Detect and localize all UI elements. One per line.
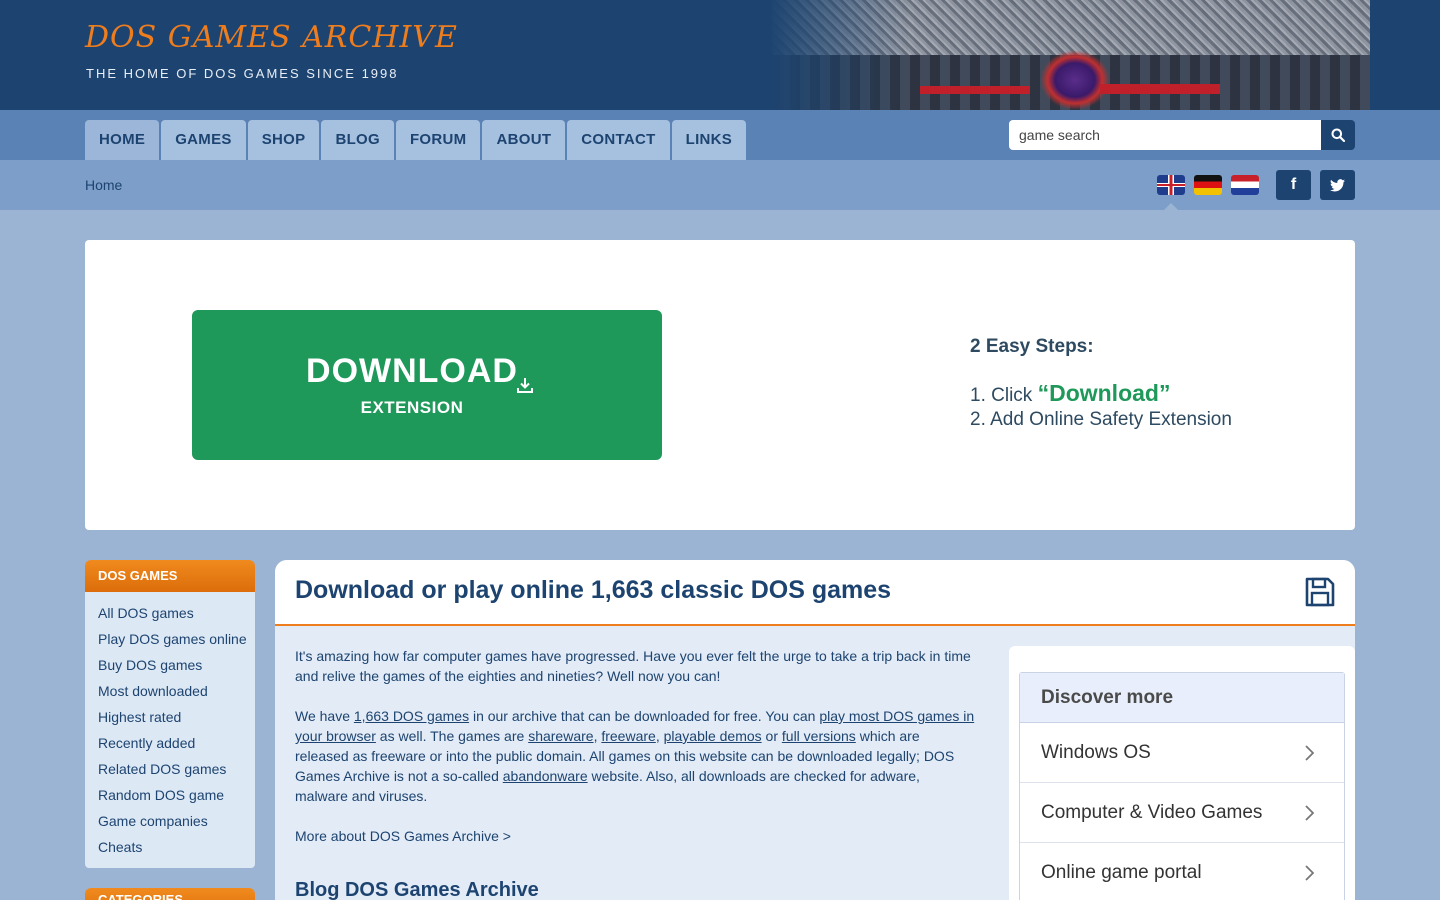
- nav-tab-shop[interactable]: SHOP: [247, 120, 320, 160]
- blog-section-title: Blog DOS Games Archive: [295, 879, 539, 900]
- main-navigation: HOME GAMES SHOP BLOG FORUM ABOUT CONTACT…: [0, 110, 1440, 160]
- floppy-disk-icon: [1305, 577, 1335, 607]
- header-banner-image: [770, 0, 1370, 110]
- install-steps: 2 Easy Steps: 1. Click “Download” 2. Add…: [970, 336, 1232, 432]
- sidebar-link-highest-rated[interactable]: Highest rated: [98, 704, 255, 730]
- twitter-icon: [1330, 178, 1345, 191]
- link-shareware[interactable]: shareware: [528, 728, 593, 744]
- sidebar-heading-dos-games: DOS GAMES: [85, 560, 255, 592]
- search-button[interactable]: [1321, 120, 1355, 150]
- nav-tab-about[interactable]: ABOUT: [482, 120, 566, 160]
- sidebar-link-cheats[interactable]: Cheats: [98, 834, 255, 860]
- sidebar-link-buy[interactable]: Buy DOS games: [98, 652, 255, 678]
- page-title: Download or play online 1,663 classic DO…: [295, 576, 892, 604]
- more-about-link[interactable]: More about DOS Games Archive >: [295, 826, 975, 846]
- game-search: [1009, 120, 1355, 150]
- site-tagline: THE HOME OF DOS GAMES SINCE 1998: [86, 66, 399, 81]
- discover-more-title: Discover more: [1020, 673, 1344, 723]
- discover-item-online-game-portal[interactable]: Online game portal: [1020, 843, 1344, 900]
- active-language-caret: [1164, 203, 1178, 210]
- nav-tab-contact[interactable]: CONTACT: [567, 120, 670, 160]
- steps-title: 2 Easy Steps:: [970, 336, 1094, 357]
- sidebar-link-related[interactable]: Related DOS games: [98, 756, 255, 782]
- discover-more-panel: Discover more Windows OS Computer & Vide…: [1009, 646, 1355, 900]
- extension-button-label: EXTENSION: [360, 398, 464, 417]
- discover-more-box: Discover more Windows OS Computer & Vide…: [1019, 672, 1345, 900]
- step-1: 1. Click “Download”: [970, 380, 1171, 406]
- step-2: 2. Add Online Safety Extension: [970, 409, 1232, 430]
- sidebar-links: All DOS games Play DOS games online Buy …: [85, 592, 255, 868]
- sidebar-link-play-online[interactable]: Play DOS games online: [98, 626, 255, 652]
- sidebar-link-companies[interactable]: Game companies: [98, 808, 255, 834]
- discover-item-computer-video-games[interactable]: Computer & Video Games: [1020, 783, 1344, 843]
- download-extension-button[interactable]: DOWNLOAD EXTENSION: [192, 310, 662, 460]
- link-abandonware[interactable]: abandonware: [503, 768, 588, 784]
- discover-item-windows-os[interactable]: Windows OS: [1020, 723, 1344, 783]
- sidebar-link-random[interactable]: Random DOS game: [98, 782, 255, 808]
- nav-tab-games[interactable]: GAMES: [161, 120, 246, 160]
- breadcrumb-bar: Home: [0, 160, 1440, 210]
- archive-paragraph: We have 1,663 DOS games in our archive t…: [295, 708, 975, 804]
- search-icon: [1331, 128, 1345, 142]
- download-icon: [517, 378, 533, 393]
- download-button-label: DOWNLOAD: [306, 352, 518, 390]
- search-input[interactable]: [1009, 120, 1321, 150]
- link-game-count[interactable]: 1,663 DOS games: [354, 708, 469, 724]
- breadcrumb-home[interactable]: Home: [85, 177, 122, 193]
- sidebar-link-all-dos-games[interactable]: All DOS games: [98, 600, 255, 626]
- twitter-button[interactable]: [1320, 170, 1355, 200]
- facebook-button[interactable]: f: [1276, 170, 1311, 200]
- sidebar-link-most-downloaded[interactable]: Most downloaded: [98, 678, 255, 704]
- flag-germany-icon[interactable]: [1194, 175, 1222, 195]
- chevron-right-icon: [1305, 805, 1314, 821]
- intro-paragraph: It's amazing how far computer games have…: [295, 648, 971, 684]
- site-header: DOS GAMES ARCHIVE THE HOME OF DOS GAMES …: [0, 0, 1440, 110]
- link-full-versions[interactable]: full versions: [782, 728, 856, 744]
- facebook-icon: f: [1290, 176, 1297, 193]
- nav-tab-links[interactable]: LINKS: [671, 120, 747, 160]
- site-logo-title[interactable]: DOS GAMES ARCHIVE: [85, 20, 458, 55]
- step-1-download-highlight: “Download”: [1037, 380, 1171, 406]
- nav-tab-blog[interactable]: BLOG: [321, 120, 394, 160]
- chevron-right-icon: [1305, 745, 1314, 761]
- sidebar-heading-categories: CATEGORIES: [85, 888, 255, 900]
- language-switcher: [1157, 175, 1259, 195]
- extension-ad-box: DOWNLOAD EXTENSION 2 Easy Steps: 1. Clic…: [85, 240, 1355, 530]
- flag-netherlands-icon[interactable]: [1231, 175, 1259, 195]
- link-freeware[interactable]: freeware: [601, 728, 655, 744]
- nav-tab-home[interactable]: HOME: [85, 120, 160, 160]
- link-playable-demos[interactable]: playable demos: [664, 728, 762, 744]
- sidebar: DOS GAMES All DOS games Play DOS games o…: [85, 560, 255, 900]
- sidebar-link-recently-added[interactable]: Recently added: [98, 730, 255, 756]
- nav-tab-forum[interactable]: FORUM: [395, 120, 481, 160]
- intro-text: It's amazing how far computer games have…: [295, 646, 975, 900]
- main-header: Download or play online 1,663 classic DO…: [275, 560, 1355, 626]
- chevron-right-icon: [1305, 865, 1314, 881]
- flag-uk-icon[interactable]: [1157, 175, 1185, 195]
